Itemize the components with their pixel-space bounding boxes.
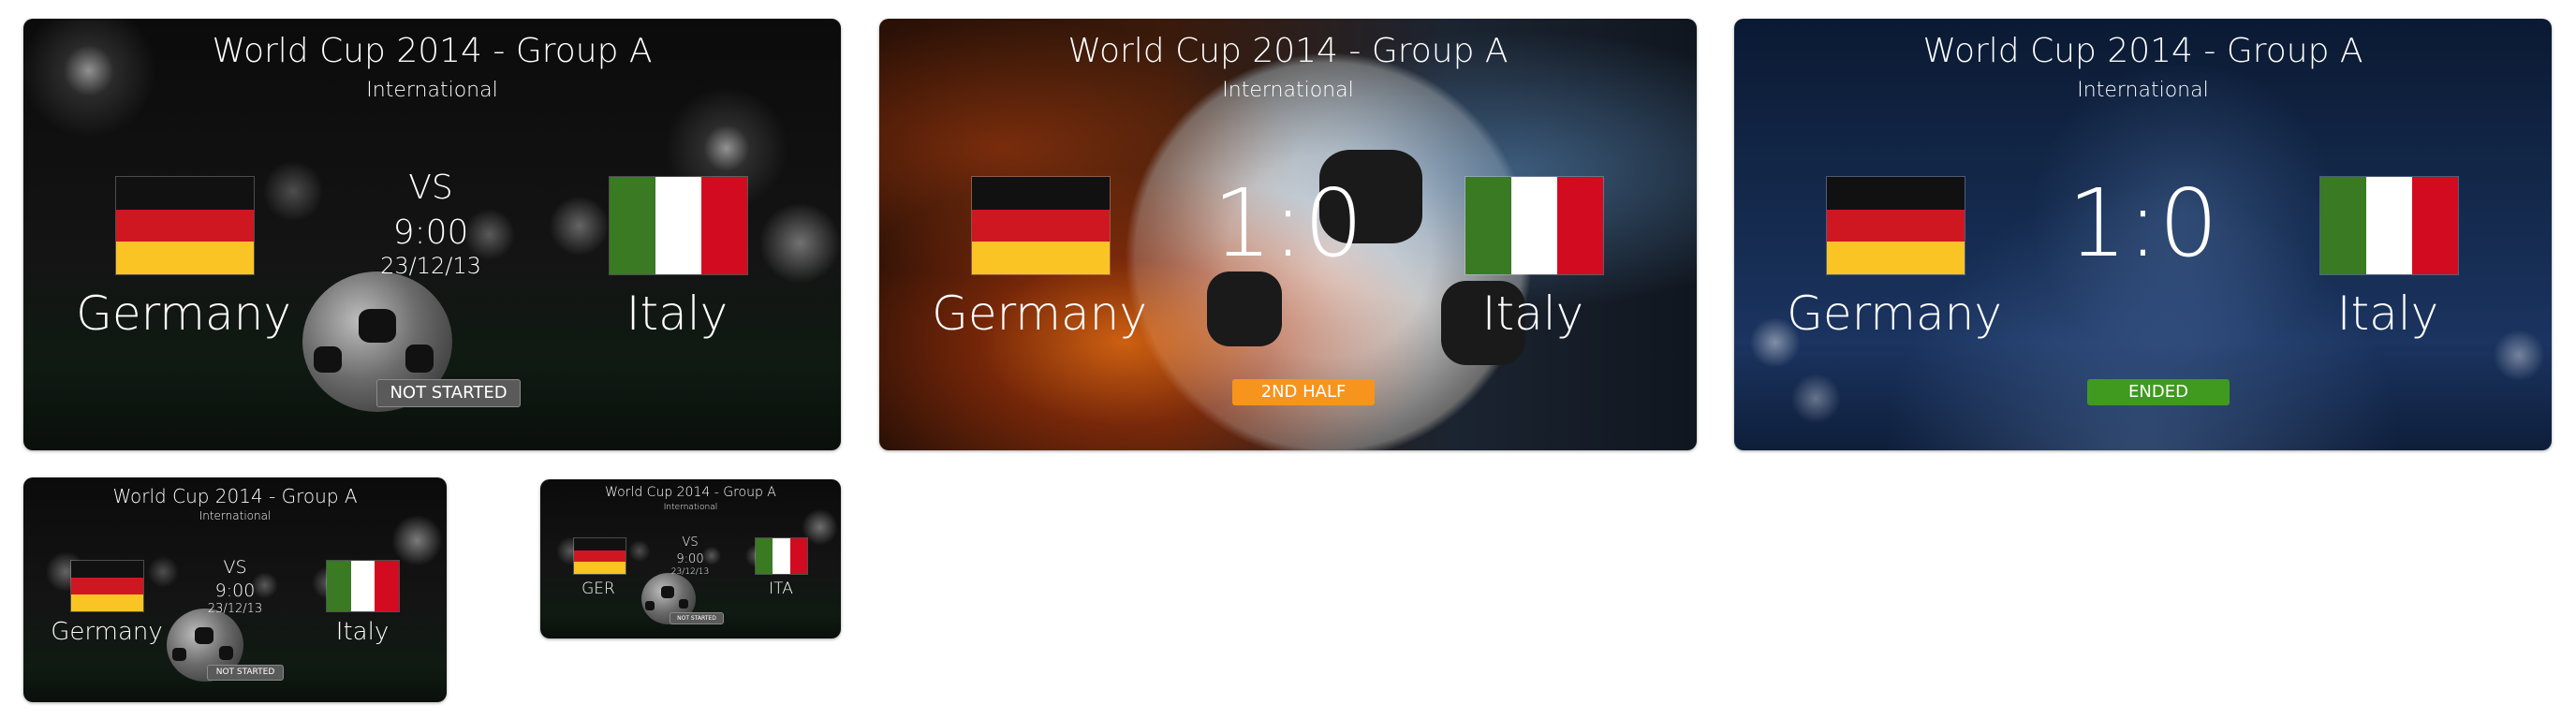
match-competition: International (199, 509, 272, 522)
away-team-name: Italy (1481, 286, 1584, 341)
italy-flag-icon (2319, 176, 2459, 275)
home-team-name: Germany (1787, 286, 2002, 341)
status-badge: ENDED (2087, 379, 2230, 405)
away-team-name: Italy (2336, 286, 2439, 341)
vs-label: VS (682, 536, 699, 550)
match-card-not-started-small[interactable]: World Cup 2014 - Group A International V… (540, 479, 841, 638)
home-team-name: GER (581, 580, 615, 598)
status-badge: NOT STARTED (376, 379, 521, 407)
match-competition: International (366, 79, 498, 102)
match-competition: International (1222, 79, 1354, 102)
away-team-name: Italy (626, 286, 729, 341)
match-card-not-started[interactable]: World Cup 2014 - Group A International V… (23, 19, 841, 450)
score-display: 1:0 (2068, 169, 2218, 278)
match-date: 23/12/13 (670, 567, 710, 577)
match-card-live[interactable]: World Cup 2014 - Group A International 1… (879, 19, 1697, 450)
status-badge: NOT STARTED (207, 665, 284, 681)
match-date: 23/12/13 (380, 253, 481, 279)
score-display: 1:0 (1213, 169, 1363, 278)
germany-flag-icon (971, 176, 1111, 275)
italy-flag-icon (326, 560, 400, 612)
home-team-name: Germany (51, 618, 163, 646)
home-team-name: Germany (932, 286, 1147, 341)
match-competition: International (663, 503, 718, 512)
italy-flag-icon (755, 537, 808, 575)
germany-flag-icon (115, 176, 255, 275)
kickoff-time: 9:00 (392, 213, 469, 252)
germany-flag-icon (1826, 176, 1965, 275)
match-title: World Cup 2014 - Group A (605, 485, 776, 500)
match-date: 23/12/13 (207, 602, 263, 616)
status-badge: NOT STARTED (670, 612, 724, 624)
kickoff-time: 9:00 (676, 552, 704, 566)
germany-flag-icon (573, 537, 626, 575)
italy-flag-icon (1465, 176, 1604, 275)
status-badge: 2ND HALF (1232, 379, 1375, 405)
away-team-name: Italy (335, 618, 390, 646)
kickoff-time: 9:00 (214, 580, 256, 601)
match-title: World Cup 2014 - Group A (212, 32, 653, 70)
away-team-name: ITA (769, 580, 793, 598)
match-title: World Cup 2014 - Group A (112, 485, 358, 507)
vs-label: VS (408, 169, 453, 207)
italy-flag-icon (609, 176, 748, 275)
match-card-not-started-medium[interactable]: World Cup 2014 - Group A International V… (23, 477, 447, 702)
match-title: World Cup 2014 - Group A (1067, 32, 1509, 70)
match-card-ended[interactable]: World Cup 2014 - Group A International 1… (1734, 19, 2552, 450)
germany-flag-icon (70, 560, 144, 612)
match-competition: International (2077, 79, 2209, 102)
home-team-name: Germany (76, 286, 291, 341)
match-title: World Cup 2014 - Group A (1922, 32, 2363, 70)
vs-label: VS (223, 557, 247, 578)
